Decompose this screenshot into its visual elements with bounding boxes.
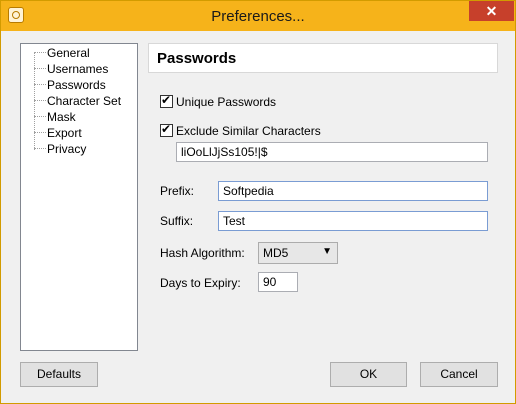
prefix-label: Prefix: bbox=[160, 184, 195, 198]
panel-header: Passwords bbox=[148, 43, 498, 73]
exclude-characters-field[interactable]: liOoLlJjSs105!|$ bbox=[176, 142, 488, 162]
unique-passwords-checkbox[interactable] bbox=[160, 93, 173, 108]
ok-button[interactable]: OK bbox=[330, 362, 407, 387]
days-to-expiry-label: Days to Expiry: bbox=[160, 276, 241, 290]
days-to-expiry-field[interactable]: 90 bbox=[258, 272, 298, 292]
chevron-down-icon: ▼ bbox=[322, 246, 332, 257]
exclude-similar-checkbox[interactable] bbox=[160, 122, 173, 137]
title-bar: Preferences... ✕ bbox=[1, 1, 515, 31]
defaults-button[interactable]: Defaults bbox=[20, 362, 98, 387]
category-tree[interactable]: General Usernames Passwords Character Se… bbox=[20, 43, 138, 351]
tree-item-mask[interactable]: Mask bbox=[21, 109, 76, 124]
tree-item-privacy[interactable]: Privacy bbox=[21, 141, 86, 156]
tree-item-usernames[interactable]: Usernames bbox=[21, 61, 108, 76]
page-title: Passwords bbox=[157, 50, 237, 67]
preferences-window: Preferences... ✕ General Usernames Passw… bbox=[0, 0, 516, 404]
hash-algorithm-label: Hash Algorithm: bbox=[160, 246, 245, 260]
hash-algorithm-value: MD5 bbox=[263, 246, 289, 260]
suffix-label: Suffix: bbox=[160, 214, 194, 228]
close-icon: ✕ bbox=[485, 3, 498, 19]
cancel-button[interactable]: Cancel bbox=[420, 362, 498, 387]
exclude-similar-label: Exclude Similar Characters bbox=[176, 124, 321, 138]
tree-item-export[interactable]: Export bbox=[21, 125, 82, 140]
suffix-field[interactable]: Test bbox=[218, 211, 488, 231]
unique-passwords-label: Unique Passwords bbox=[176, 95, 277, 109]
prefix-field[interactable]: Softpedia bbox=[218, 181, 488, 201]
tree-item-passwords[interactable]: Passwords bbox=[21, 77, 106, 92]
window-title: Preferences... bbox=[211, 8, 305, 25]
close-button[interactable]: ✕ bbox=[469, 1, 514, 21]
tree-item-general[interactable]: General bbox=[21, 45, 90, 60]
settings-panel: Passwords Unique Passwords Exclude Simil… bbox=[148, 43, 498, 351]
hash-algorithm-select[interactable]: MD5 ▼ bbox=[258, 242, 338, 264]
tree-item-character-set[interactable]: Character Set bbox=[21, 93, 121, 108]
